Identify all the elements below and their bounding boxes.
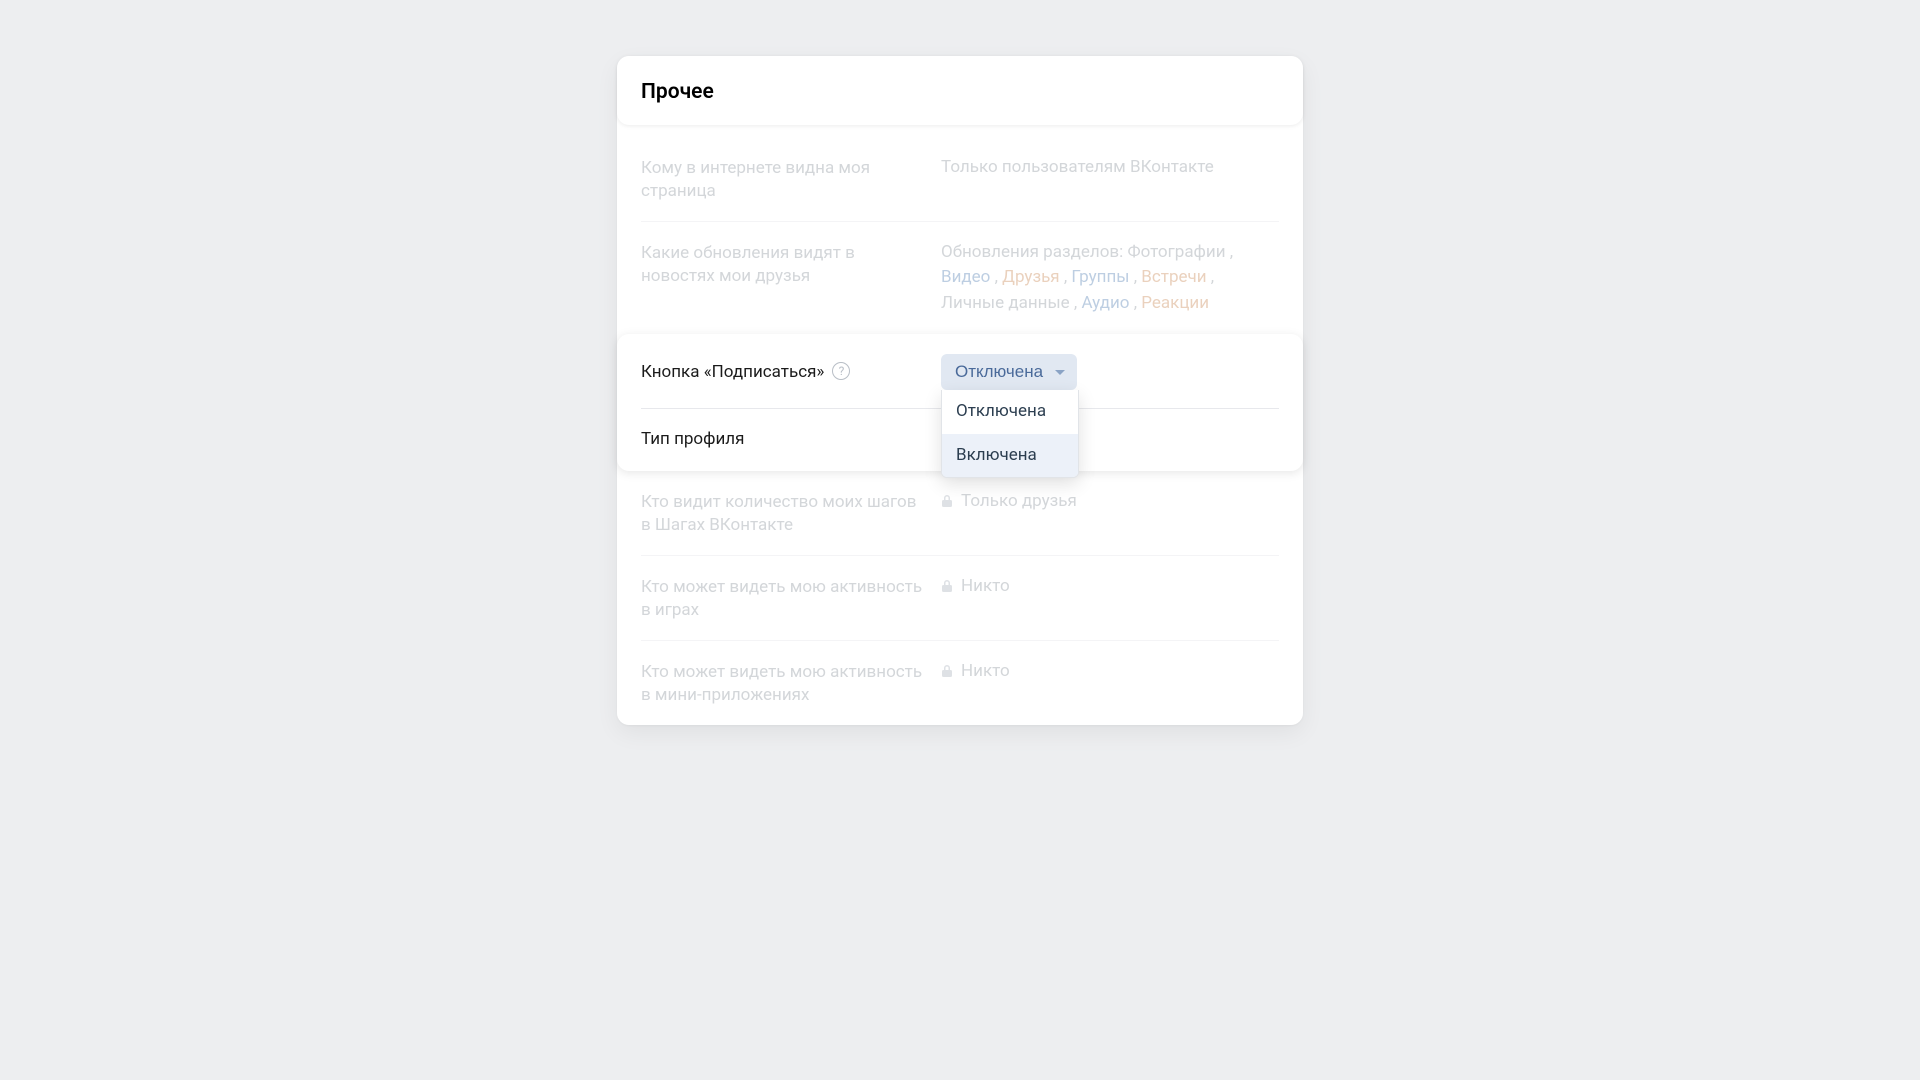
panel-title: Прочее bbox=[641, 80, 1279, 104]
lock-icon bbox=[941, 573, 953, 599]
row-value-tags: Обновления разделов: Фотографии , Видео … bbox=[941, 240, 1279, 317]
dimmed-section-top: Кому в интернете видна моя страница Толь… bbox=[617, 129, 1303, 334]
row-subscribe-button: Кнопка «Подписаться» ? Отключена Отключе… bbox=[641, 334, 1279, 409]
subscribe-button-label: Кнопка «Подписаться» bbox=[641, 362, 824, 382]
update-tag: Личные данные bbox=[941, 293, 1074, 313]
lock-icon bbox=[941, 658, 953, 684]
dropdown-list: ОтключенаВключена bbox=[941, 390, 1079, 478]
row-label: Кто видит количество моих шагов в Шагах … bbox=[641, 489, 941, 537]
update-tag: Группы bbox=[1071, 267, 1133, 287]
dimmed-section-bottom: Кто видит количество моих шагов в Шагах … bbox=[617, 471, 1303, 725]
dropdown-selected-label: Отключена bbox=[955, 362, 1043, 381]
row-label: Кто может видеть мою активность в мини-п… bbox=[641, 659, 941, 707]
row-page-visibility[interactable]: Кому в интернете видна моя страница Толь… bbox=[641, 137, 1279, 222]
row-value: Никто bbox=[941, 574, 1279, 600]
lock-icon bbox=[941, 488, 953, 514]
panel-header: Прочее bbox=[617, 56, 1303, 125]
row-label: Тип профиля bbox=[641, 429, 941, 449]
row-label: Какие обновления видят в новостях мои др… bbox=[641, 240, 941, 288]
update-tag: Друзья bbox=[1002, 267, 1064, 287]
panel-header-card: Прочее bbox=[617, 56, 1303, 125]
miniapps-value: Никто bbox=[961, 659, 1010, 685]
update-tag: Встречи bbox=[1141, 267, 1211, 287]
subscribe-dropdown-button[interactable]: Отключена bbox=[941, 354, 1077, 390]
update-tag: Реакции bbox=[1141, 293, 1209, 313]
dropdown-option[interactable]: Включена bbox=[942, 434, 1078, 478]
dropdown-wrap: Отключена ОтключенаВключена bbox=[941, 354, 1077, 390]
row-value: Только друзья bbox=[941, 489, 1279, 515]
dropdown-option[interactable]: Отключена bbox=[942, 390, 1078, 434]
update-tag: Аудио bbox=[1081, 293, 1133, 313]
games-value: Никто bbox=[961, 574, 1010, 600]
row-value: Только пользователям ВКонтакте bbox=[941, 155, 1279, 181]
row-friends-updates[interactable]: Какие обновления видят в новостях мои др… bbox=[641, 222, 1279, 335]
row-steps-visibility[interactable]: Кто видит количество моих шагов в Шагах … bbox=[641, 471, 1279, 556]
updates-prefix: Обновления разделов: bbox=[941, 242, 1123, 262]
help-icon[interactable]: ? bbox=[832, 362, 850, 380]
update-tag: Видео bbox=[941, 267, 995, 287]
row-games-activity[interactable]: Кто может видеть мою активность в играх … bbox=[641, 556, 1279, 641]
focused-section: Кнопка «Подписаться» ? Отключена Отключе… bbox=[617, 334, 1303, 471]
row-label: Кнопка «Подписаться» ? bbox=[641, 362, 941, 382]
row-label: Кто может видеть мою активность в играх bbox=[641, 574, 941, 622]
steps-value: Только друзья bbox=[961, 489, 1077, 515]
row-value: Отключена ОтключенаВключена bbox=[941, 354, 1279, 390]
update-tag: Фотографии bbox=[1127, 242, 1229, 262]
chevron-down-icon bbox=[1055, 370, 1065, 375]
row-label: Кому в интернете видна моя страница bbox=[641, 155, 941, 203]
row-miniapps-activity[interactable]: Кто может видеть мою активность в мини-п… bbox=[641, 641, 1279, 725]
row-value: Никто bbox=[941, 659, 1279, 685]
settings-panel: Прочее Кому в интернете видна моя страни… bbox=[617, 56, 1303, 725]
